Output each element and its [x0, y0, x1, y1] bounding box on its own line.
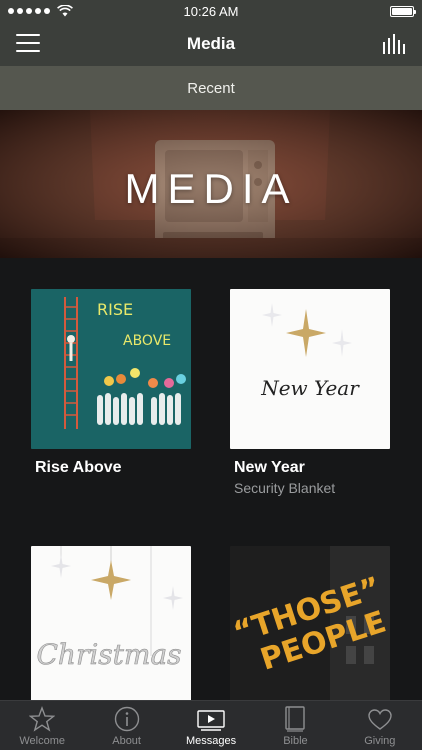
- star-icon: [29, 706, 56, 732]
- tab-label: Welcome: [19, 735, 66, 747]
- tab-label: Giving: [364, 735, 396, 747]
- media-hero-banner: MEDIA: [0, 110, 422, 258]
- info-icon: [114, 706, 139, 732]
- page-title: Media: [186, 34, 236, 53]
- media-title: Rise Above: [35, 459, 122, 476]
- tab-label: Messages: [185, 735, 237, 747]
- christmas-art-text: Christmas: [36, 638, 181, 671]
- those-people-artwork: “THOSE” PEOPLE: [230, 546, 390, 700]
- above-art-text: ABOVE: [123, 333, 171, 349]
- status-time: 10:26 AM: [183, 3, 239, 19]
- tab-label: Bible: [283, 735, 308, 747]
- tab-about[interactable]: About: [84, 701, 168, 750]
- heart-icon: [368, 709, 392, 730]
- recent-label: Recent: [187, 79, 235, 97]
- media-card-christmas[interactable]: Christmas: [31, 546, 191, 700]
- christmas-artwork: Christmas: [31, 546, 191, 700]
- rise-above-artwork: RISE ABOVE: [31, 289, 191, 449]
- tab-giving[interactable]: Giving: [338, 701, 422, 750]
- media-card-those-people[interactable]: “THOSE” PEOPLE: [230, 546, 390, 700]
- tab-bar: Welcome About Messages Bible Giving: [0, 700, 422, 750]
- play-icon: [197, 710, 225, 731]
- new-year-artwork: New Year: [230, 289, 390, 449]
- tab-welcome[interactable]: Welcome: [0, 701, 84, 750]
- media-subtitle: Security Blanket: [234, 480, 336, 496]
- book-icon: [285, 706, 306, 732]
- hero-title: MEDIA: [124, 165, 298, 212]
- media-title: New Year: [234, 459, 305, 476]
- tab-label: About: [112, 735, 141, 747]
- media-card-new-year[interactable]: New Year New Year Security Blanket: [230, 289, 390, 496]
- recent-filter-bar[interactable]: Recent: [0, 66, 422, 110]
- tab-bible[interactable]: Bible: [253, 701, 337, 750]
- new-year-art-text: New Year: [260, 376, 360, 400]
- media-grid: RISE ABOVE Rise Above New Year New Year …: [0, 258, 422, 700]
- navigation-bar: Media: [0, 22, 422, 66]
- rise-art-text: RISE: [97, 300, 133, 319]
- status-bar: 10:26 AM: [0, 0, 422, 22]
- tab-messages[interactable]: Messages: [169, 701, 253, 750]
- media-card-rise-above[interactable]: RISE ABOVE Rise Above: [31, 289, 191, 477]
- hamburger-menu-icon[interactable]: [16, 34, 40, 52]
- audio-equalizer-icon[interactable]: [382, 34, 406, 54]
- battery-icon: [390, 5, 416, 17]
